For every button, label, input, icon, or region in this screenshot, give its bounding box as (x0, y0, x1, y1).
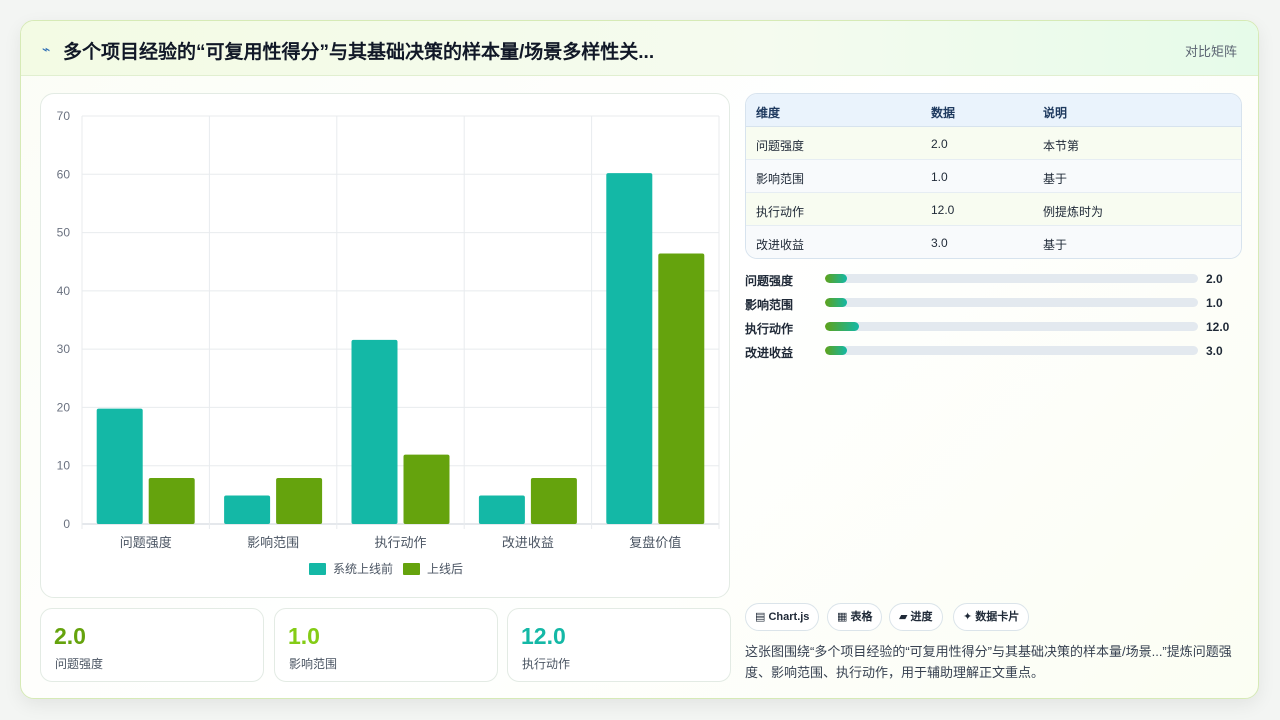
x-tick-label: 改进收益 (502, 535, 554, 550)
table-header-row: 维度 数据 说明 (746, 94, 1241, 127)
bar-after (658, 253, 705, 524)
y-tick-label: 40 (57, 284, 71, 298)
description: 这张图围绕“多个项目经验的“可复用性得分”与其基础决策的样本量/场景...”提炼… (745, 644, 1232, 680)
progress-fill (825, 322, 859, 331)
bar-before (351, 339, 398, 524)
table-cell: 问题强度 (756, 139, 805, 153)
table-cell: 3.0 (931, 236, 948, 250)
progress-track (825, 274, 1198, 283)
table-header-cell: 维度 (756, 106, 781, 120)
x-tick-label: 问题强度 (120, 535, 172, 550)
stat-value: 2.0 (54, 623, 86, 649)
progress-row: 问题强度 2.0 (745, 271, 1242, 288)
y-tick-label: 0 (63, 517, 70, 531)
y-tick-label: 70 (57, 109, 71, 123)
progress-track (825, 322, 1198, 331)
table-row: 改进收益 3.0 基于 (746, 226, 1241, 258)
progress-label: 执行动作 (745, 322, 794, 336)
table-cell: 基于 (1043, 172, 1068, 186)
progress-track (825, 346, 1198, 355)
header: ⌁ 多个项目经验的“可复用性得分”与其基础决策的样本量/场景多样性关... 对比… (21, 21, 1258, 76)
table-cell: 影响范围 (756, 172, 805, 186)
progress-value: 12.0 (1206, 320, 1230, 334)
table-header-cell: 数据 (931, 106, 956, 120)
progress-row: 影响范围 1.0 (745, 295, 1242, 312)
table-cell: 基于 (1043, 238, 1068, 252)
dashboard-card: ⌁ 多个项目经验的“可复用性得分”与其基础决策的样本量/场景多样性关... 对比… (20, 20, 1259, 699)
page-title: 多个项目经验的“可复用性得分”与其基础决策的样本量/场景多样性关... (63, 42, 655, 63)
y-tick-label: 30 (57, 342, 71, 356)
bar-before (224, 495, 271, 524)
stat-label: 影响范围 (289, 657, 338, 671)
tag-label: 表格 (850, 611, 873, 623)
bar-chart: 0 10 20 30 40 50 60 70 问题强度 影响范围 执行动作 改进收益 复盘价值系统上线前… (57, 109, 720, 576)
tag-label: 数据卡片 (975, 611, 1020, 623)
chart-icon: ▤ (755, 611, 766, 623)
table-row: 执行动作 12.0 例提炼时为 (746, 193, 1241, 226)
table-cell: 2.0 (931, 137, 948, 151)
table-cell: 本节第 (1043, 139, 1080, 153)
bar-after (148, 477, 195, 524)
stat-label: 执行动作 (522, 657, 571, 671)
tag-chart[interactable]: ▤ Chart.js (745, 603, 820, 631)
bar-before (606, 173, 653, 524)
compare-matrix-link[interactable]: 对比矩阵 (1185, 41, 1237, 60)
y-tick-label: 10 (57, 459, 71, 473)
tag-label: Chart.js (768, 611, 810, 623)
progress-label: 问题强度 (745, 274, 794, 288)
stat-card: 12.0 执行动作 (507, 608, 731, 682)
legend-label: 系统上线前 (333, 561, 393, 576)
tag-table[interactable]: ▦ 表格 (827, 603, 883, 631)
progress-fill (825, 346, 848, 355)
y-tick-label: 50 (57, 226, 71, 240)
table-cell: 例提炼时为 (1043, 205, 1104, 219)
lightning-icon: ⌁ (42, 41, 51, 57)
table-icon: ▦ (837, 611, 848, 623)
stat-label: 问题强度 (55, 657, 104, 671)
table-row: 影响范围 1.0 基于 (746, 160, 1241, 193)
progress-value: 3.0 (1206, 344, 1223, 358)
sparkle-icon: ✦ (963, 611, 973, 623)
progress-icon: ▰ (899, 611, 908, 623)
y-tick-label: 20 (57, 400, 71, 414)
progress-fill (825, 298, 848, 307)
progress-fill (825, 274, 848, 283)
legend-label: 上线后 (427, 562, 463, 576)
x-tick-label: 执行动作 (374, 535, 426, 550)
progress-row: 执行动作 12.0 (745, 319, 1242, 336)
legend-swatch (309, 563, 326, 575)
tag-label: 进度 (910, 611, 933, 623)
table-row: 问题强度 2.0 本节第 (746, 127, 1241, 160)
x-tick-label: 影响范围 (247, 535, 299, 550)
bar-after (403, 454, 450, 524)
table-cell: 改进收益 (756, 238, 805, 252)
bar-after (276, 477, 323, 524)
legend-swatch (403, 563, 420, 575)
progress-value: 1.0 (1206, 296, 1223, 310)
progress-value: 2.0 (1206, 272, 1223, 286)
stat-card: 2.0 问题强度 (40, 608, 264, 682)
tag-sparkle[interactable]: ✦ 数据卡片 (953, 603, 1030, 631)
bar-before (478, 495, 525, 524)
data-table: 维度 数据 说明 问题强度 2.0 本节第 影响范围 1.0 基于 执行动作 12.0 例提炼时… (745, 93, 1242, 259)
table-cell: 12.0 (931, 203, 955, 217)
stat-value: 12.0 (521, 623, 566, 649)
progress-track (825, 298, 1198, 307)
table-cell: 执行动作 (756, 205, 805, 219)
y-tick-label: 60 (57, 167, 71, 181)
progress-label: 改进收益 (745, 346, 794, 360)
stat-value: 1.0 (288, 623, 320, 649)
table-cell: 1.0 (931, 170, 948, 184)
bar-after (530, 477, 577, 524)
tag-progress[interactable]: ▰ 进度 (889, 603, 943, 631)
x-tick-label: 复盘价值 (629, 535, 681, 550)
progress-row: 改进收益 3.0 (745, 343, 1242, 360)
progress-label: 影响范围 (745, 298, 794, 312)
stat-card: 1.0 影响范围 (274, 608, 498, 682)
bar-before (96, 408, 143, 524)
chart-panel: 0 10 20 30 40 50 60 70 问题强度 影响范围 执行动作 改进收益 复盘价值系统上线前… (40, 93, 730, 598)
table-header-cell: 说明 (1043, 106, 1068, 120)
